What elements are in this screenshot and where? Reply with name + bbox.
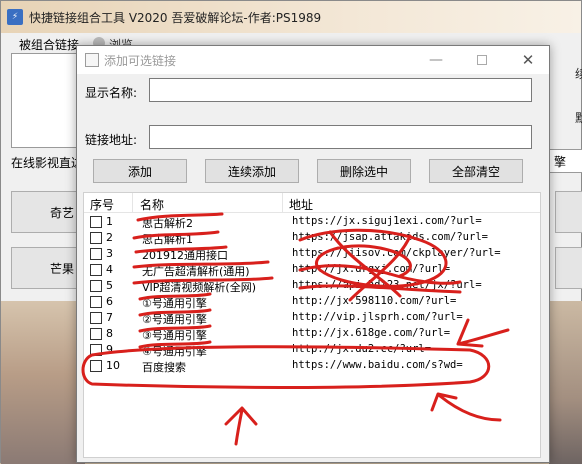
list-item[interactable]: 6 ①号通用引擎 http://jx.598110.com/?url=: [84, 294, 540, 310]
row-url: http://jx.du2.cc/?url=: [292, 343, 432, 355]
row-number: 8: [106, 327, 113, 340]
row-url: https://www.baidu.com/s?wd=: [292, 359, 463, 371]
iqiyi-button-label: 奇艺: [49, 205, 74, 220]
column-header-number[interactable]: 序号: [90, 196, 114, 213]
linked-urls-textarea[interactable]: [11, 53, 81, 148]
row-checkbox[interactable]: [90, 344, 102, 356]
delete-selected-button[interactable]: 删除选中: [317, 159, 411, 183]
iqiyi-button[interactable]: 奇艺: [11, 191, 81, 233]
row-checkbox[interactable]: [90, 312, 102, 324]
column-header-name[interactable]: 名称: [140, 196, 164, 213]
close-icon[interactable]: ✕: [505, 46, 551, 74]
row-name: 无广告超清解析(通用): [142, 265, 250, 278]
link-list[interactable]: 序号 名称 地址 1 思古解析2 https://jx.siguj1exi.com/…: [83, 192, 541, 458]
row-checkbox[interactable]: [90, 248, 102, 260]
mango-button-label: 芒果: [49, 261, 74, 276]
row-name: 201912通用接口: [142, 249, 228, 262]
row-url: http://jx.618ge.com/?url=: [292, 327, 451, 339]
maximize-icon[interactable]: [459, 46, 505, 74]
row-url: https://jsap.attakids.com/?url=: [292, 231, 488, 243]
row-checkbox[interactable]: [90, 232, 102, 244]
row-url: https://api.hdi23.net/jx/?url=: [292, 279, 482, 291]
right-button-2[interactable]: [555, 247, 582, 289]
row-number: 1: [106, 215, 113, 228]
row-name: 思古解析1: [142, 233, 193, 246]
link-url-input[interactable]: [149, 125, 532, 149]
list-item[interactable]: 3 201912通用接口 https://jiisov.com/ckplayer/?…: [84, 246, 540, 262]
main-titlebar: ⚡ 快捷链接组合工具 V2020 吾爱破解论坛-作者:PS1989: [1, 1, 581, 33]
link-url-label: 链接地址:: [85, 133, 138, 147]
online-video-label: 在线影视直达: [11, 156, 84, 170]
row-url: http://jx.598110.com/?url=: [292, 295, 457, 307]
mango-button[interactable]: 芒果: [11, 247, 81, 289]
row-number: 10: [106, 359, 120, 372]
row-checkbox[interactable]: [90, 216, 102, 228]
background-photo-right: [549, 301, 582, 464]
row-number: 5: [106, 279, 113, 292]
row-checkbox[interactable]: [90, 280, 102, 292]
row-checkbox[interactable]: [90, 360, 102, 372]
list-rows: 1 思古解析2 https://jx.siguj1exi.com/?url= 2 思古…: [84, 214, 540, 374]
main-window-title: 快捷链接组合工具 V2020 吾爱破解论坛-作者:PS1989: [29, 11, 322, 25]
dialog-titlebar[interactable]: 添加可选链接 — ✕: [77, 46, 549, 74]
clear-all-button[interactable]: 全部清空: [429, 159, 523, 183]
row-checkbox[interactable]: [90, 328, 102, 340]
add-link-dialog: 添加可选链接 — ✕ 显示名称: 链接地址: 添加 连续添加 删除选中 全部清空…: [76, 45, 550, 463]
row-name: VIP超清视频解析(全网): [142, 281, 256, 294]
app-icon: ⚡: [7, 9, 23, 25]
row-name: ①号通用引擎: [142, 297, 207, 310]
row-checkbox[interactable]: [90, 296, 102, 308]
row-number: 7: [106, 311, 113, 324]
list-item[interactable]: 5 VIP超清视频解析(全网) https://api.hdi23.net/jx/?…: [84, 278, 540, 294]
row-name: ②号通用引擎: [142, 313, 207, 326]
row-number: 2: [106, 231, 113, 244]
right-fragment-2: 默: [575, 111, 582, 125]
row-name: ③号通用引擎: [142, 329, 207, 342]
list-item[interactable]: 2 思古解析1 https://jsap.attakids.com/?url=: [84, 230, 540, 246]
row-number: 9: [106, 343, 113, 356]
add-button[interactable]: 添加: [93, 159, 187, 183]
minimize-icon[interactable]: —: [413, 46, 459, 74]
list-item[interactable]: 10 百度搜索 https://www.baidu.com/s?wd=: [84, 358, 540, 374]
row-url: https://jiisov.com/ckplayer/?url=: [292, 247, 501, 259]
list-item[interactable]: 9 ④号通用引擎 http://jx.du2.cc/?url=: [84, 342, 540, 358]
column-header-url[interactable]: 地址: [289, 196, 313, 213]
row-number: 4: [106, 263, 113, 276]
row-url: http://vip.jlsprh.com/?url=: [292, 311, 463, 323]
right-button-1[interactable]: [555, 191, 582, 233]
row-url: http://jx.drgxj.com/?url=: [292, 263, 451, 275]
right-fragment-1: 续: [575, 67, 582, 81]
list-item[interactable]: 7 ②号通用引擎 http://vip.jlsprh.com/?url=: [84, 310, 540, 326]
list-header: 序号 名称 地址: [84, 193, 540, 213]
linked-urls-label: 被组合链接: [19, 38, 80, 52]
row-number: 6: [106, 295, 113, 308]
list-item[interactable]: 8 ③号通用引擎 http://jx.618ge.com/?url=: [84, 326, 540, 342]
dialog-title: 添加可选链接: [104, 54, 177, 68]
continuous-add-button[interactable]: 连续添加: [205, 159, 299, 183]
row-checkbox[interactable]: [90, 264, 102, 276]
row-url: https://jx.siguj1exi.com/?url=: [292, 215, 482, 227]
dialog-icon: [85, 53, 99, 67]
display-name-input[interactable]: [149, 78, 532, 102]
row-name: 百度搜索: [142, 361, 186, 374]
row-name: ④号通用引擎: [142, 345, 207, 358]
list-item[interactable]: 4 无广告超清解析(通用) http://jx.drgxj.com/?url=: [84, 262, 540, 278]
display-name-label: 显示名称:: [85, 86, 138, 100]
list-item[interactable]: 1 思古解析2 https://jx.siguj1exi.com/?url=: [84, 214, 540, 230]
row-name: 思古解析2: [142, 217, 193, 230]
background-photo-left: [1, 301, 85, 464]
engine-select[interactable]: 擎: [549, 149, 582, 173]
row-number: 3: [106, 247, 113, 260]
